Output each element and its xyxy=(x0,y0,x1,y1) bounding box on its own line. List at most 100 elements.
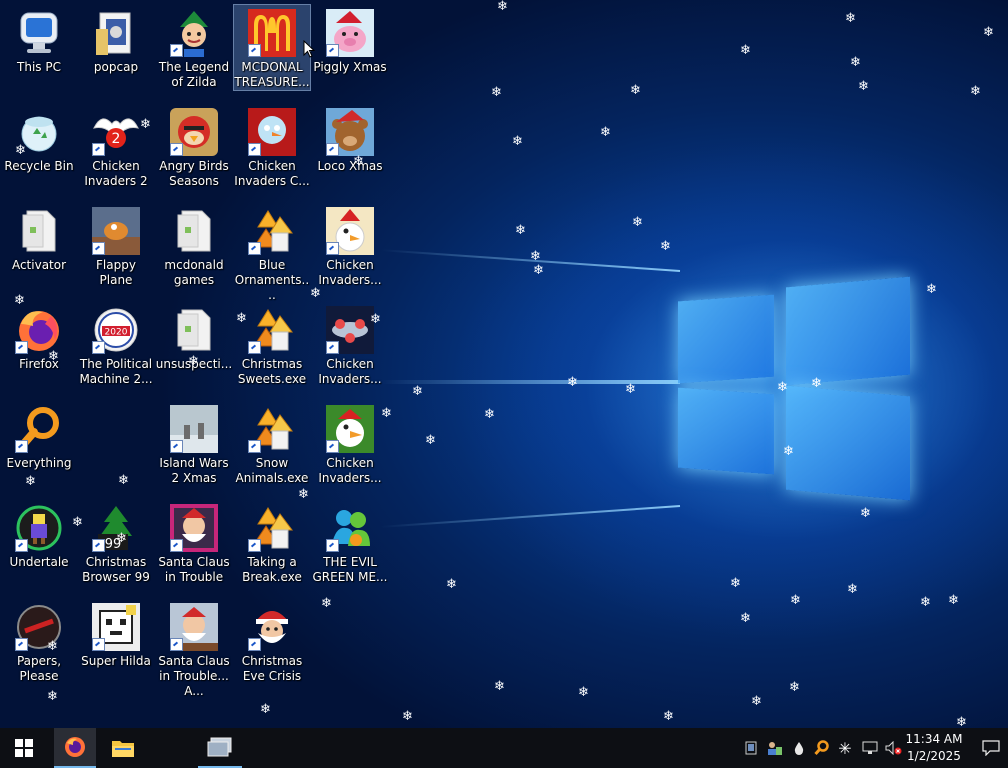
shortcut-arrow-icon xyxy=(170,638,183,651)
icon-papers-please[interactable]: Papers, Please xyxy=(1,599,77,684)
desktop-icon-label: mcdonald games xyxy=(164,258,224,287)
icon-christmas-eve-crisis[interactable]: Christmas Eve Crisis xyxy=(234,599,310,684)
shortcut-arrow-icon xyxy=(326,44,339,57)
snowflake-icon: ❄ xyxy=(632,215,643,230)
icon-angry-birds-seasons[interactable]: Angry Birds Seasons xyxy=(156,104,232,189)
snowflake-icon: ❄ xyxy=(188,354,199,369)
icon-piggly-xmas[interactable]: Piggly Xmas xyxy=(312,5,388,75)
stars-icon xyxy=(248,405,296,453)
shortcut-arrow-icon xyxy=(170,143,183,156)
icon-snow-animals[interactable]: Snow Animals.exe xyxy=(234,401,310,486)
snowflake-icon: ❄ xyxy=(789,680,800,695)
snowflake-icon: ❄ xyxy=(116,531,127,546)
snowflake-icon: ❄ xyxy=(845,11,856,26)
network-icon[interactable] xyxy=(860,728,880,768)
santa-icon xyxy=(170,504,218,552)
magnifier-icon xyxy=(15,405,63,453)
magnifier-icon[interactable] xyxy=(813,728,831,768)
desktop-icon-label: Chicken Invaders... xyxy=(318,357,382,386)
desktop-icon-label: Christmas Sweets.exe xyxy=(237,357,307,386)
desktop-icon-label: MCDONAL TREASURE... xyxy=(234,60,310,89)
icon-blue-ornaments[interactable]: Blue Ornaments.... xyxy=(234,203,310,303)
snowflake-icon: ❄ xyxy=(740,43,751,58)
svg-text:2020: 2020 xyxy=(105,328,128,338)
desktop[interactable]: This PC popcap The Legend of Zilda MCDONAL … xyxy=(0,0,1008,728)
snowflake-icon: ❄ xyxy=(567,375,578,390)
icon-santa-trouble[interactable]: Santa Claus in Trouble xyxy=(156,500,232,585)
snowflake-icon: ❄ xyxy=(497,0,508,14)
desktop-icon-label: Loco Xmas xyxy=(317,159,383,173)
snowflake-icon: ❄ xyxy=(630,83,641,98)
snowflake-icon: ❄ xyxy=(660,239,671,254)
desktop-icon-label: The Legend of Zilda xyxy=(158,60,230,89)
shortcut-arrow-icon xyxy=(326,242,339,255)
icon-undertale[interactable]: Undertale xyxy=(1,500,77,570)
icon-chicken-invaders-a[interactable]: Chicken Invaders... xyxy=(312,203,388,288)
snowflake-icon: ❄ xyxy=(310,286,321,301)
plane-icon xyxy=(92,207,140,255)
notification-icon[interactable] xyxy=(978,728,1004,768)
icon-chicken-invaders-c2[interactable]: Chicken Invaders... xyxy=(312,401,388,486)
shortcut-arrow-icon xyxy=(248,539,261,552)
snowflake-icon: ❄ xyxy=(47,639,58,654)
icon-this-pc[interactable]: This PC xyxy=(1,5,77,75)
icon-loco-xmas[interactable]: Loco Xmas xyxy=(312,104,388,174)
political-icon: 2020 xyxy=(92,306,140,354)
folder-icon xyxy=(112,741,134,757)
clock-time: 11:34 AM xyxy=(905,732,963,746)
icon-activator[interactable]: Activator xyxy=(1,203,77,273)
user-network-icon[interactable] xyxy=(764,728,784,768)
snowflake-icon[interactable]: ✳ xyxy=(836,728,854,768)
volume-muted-icon[interactable] xyxy=(884,728,904,768)
shortcut-arrow-icon xyxy=(15,440,28,453)
icon-island-wars[interactable]: Island Wars 2 Xmas xyxy=(156,401,232,486)
icon-taking-a-break[interactable]: Taking a Break.exe xyxy=(234,500,310,585)
snowflake-icon: ❄ xyxy=(811,376,822,391)
firefox-icon xyxy=(65,737,85,757)
shortcut-arrow-icon xyxy=(170,440,183,453)
snowflake-icon: ❄ xyxy=(412,384,423,399)
desktop-icon-label: Christmas Browser 99 xyxy=(82,555,150,584)
icon-firefox[interactable]: Firefox xyxy=(1,302,77,372)
windows-logo-icon xyxy=(15,739,33,757)
firefox-taskbar-button[interactable] xyxy=(54,728,96,768)
droplet-icon[interactable] xyxy=(790,728,808,768)
icon-mcdonald-games[interactable]: mcdonald games xyxy=(156,203,232,288)
running-app-taskbar-button[interactable] xyxy=(198,728,242,768)
icon-evil-green[interactable]: THE EVIL GREEN ME... xyxy=(312,500,388,585)
snowflake-icon: ❄ xyxy=(298,487,309,502)
snowflake-icon: ❄ xyxy=(730,576,741,591)
snowflake-icon: ❄ xyxy=(72,515,83,530)
shortcut-arrow-icon xyxy=(170,44,183,57)
desktop-icon-label: THE EVIL GREEN ME... xyxy=(312,555,388,584)
light-beam xyxy=(380,505,681,528)
icon-flappy-plane[interactable]: Flappy Plane xyxy=(78,203,154,288)
icon-popcap[interactable]: popcap xyxy=(78,5,154,75)
icon-everything[interactable]: Everything xyxy=(1,401,77,471)
snowflake-icon: ❄ xyxy=(625,382,636,397)
icon-chicken-invaders-c[interactable]: Chicken Invaders C... xyxy=(234,104,310,189)
shortcut-arrow-icon xyxy=(248,440,261,453)
icon-super-hilda[interactable]: Super Hilda xyxy=(78,599,154,669)
desktop-icon-label: Blue Ornaments.... xyxy=(234,258,310,302)
icon-recycle-bin[interactable]: Recycle Bin xyxy=(1,104,77,174)
shortcut-arrow-icon xyxy=(326,539,339,552)
shortcut-arrow-icon xyxy=(15,341,28,354)
snowflake-icon: ❄ xyxy=(860,506,871,521)
icon-legend-of-zilda[interactable]: The Legend of Zilda xyxy=(156,5,232,90)
snowflake-icon: ❄ xyxy=(402,709,413,724)
start-button[interactable] xyxy=(0,728,48,768)
hilda-icon xyxy=(92,603,140,651)
icon-mcdonal-treasure[interactable]: MCDONAL TREASURE... xyxy=(233,4,311,91)
doc-icon xyxy=(170,306,218,354)
icon-santa-trouble-2[interactable]: Santa Claus in Trouble... A... xyxy=(156,599,232,699)
snowflake-icon: ❄ xyxy=(321,596,332,611)
santa2-icon xyxy=(170,603,218,651)
taskbar-clock[interactable]: 11:34 AM 1/2/2025 xyxy=(904,731,964,765)
file-explorer-taskbar-button[interactable] xyxy=(100,728,146,768)
desktop-icon-label: Taking a Break.exe xyxy=(242,555,302,584)
tablet-icon[interactable] xyxy=(742,728,760,768)
snowflake-icon: ❄ xyxy=(578,685,589,700)
snowflake-icon: ❄ xyxy=(260,702,271,717)
icon-political-machine[interactable]: 2020 The Political Machine 2... xyxy=(78,302,154,387)
